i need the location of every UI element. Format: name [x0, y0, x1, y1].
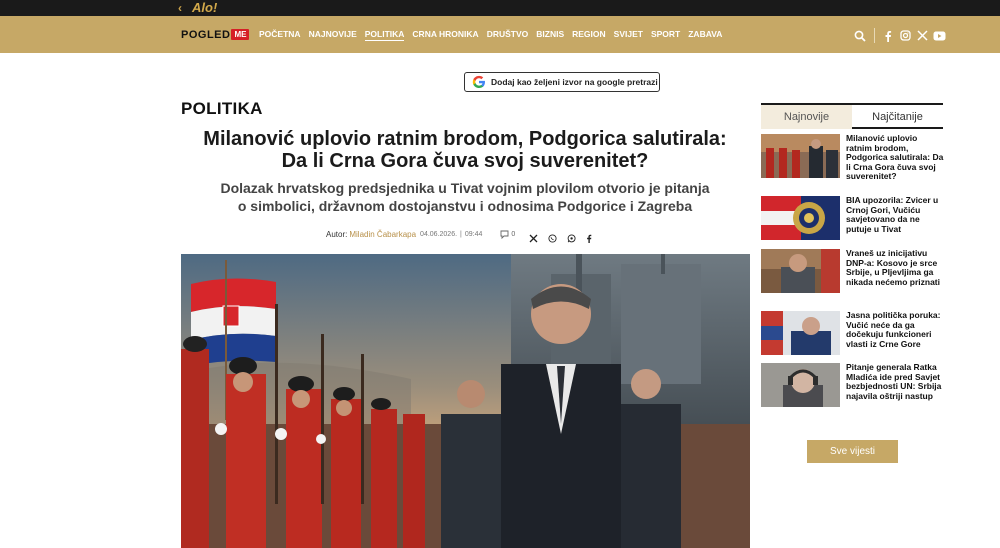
menu-item-pocetna[interactable]: POČETNA: [259, 29, 301, 41]
menu-item-zabava[interactable]: ZABAVA: [688, 29, 722, 41]
section-title: POLITIKA: [181, 99, 263, 118]
search-icon[interactable]: [853, 29, 867, 42]
news-title: Pitanje generala Ratka Mladića ide pred …: [846, 362, 942, 401]
article-hero-image: [181, 254, 750, 548]
sidebar-news-item[interactable]: Milanović uplovio ratnim brodom, Podgori…: [761, 133, 945, 182]
back-arrow-icon[interactable]: ‹: [178, 1, 182, 15]
comment-count: 0: [511, 230, 516, 238]
share-x-icon[interactable]: [529, 230, 538, 242]
news-thumbnail: [761, 134, 840, 178]
top-bar: ‹ Alo!: [0, 0, 1000, 16]
news-thumbnail: [761, 196, 840, 240]
youtube-icon[interactable]: [932, 29, 946, 42]
menu-item-najnovije[interactable]: NAJNOVIJE: [309, 29, 357, 41]
news-thumbnail: [761, 311, 840, 355]
menu-item-sport[interactable]: SPORT: [651, 29, 680, 41]
article-subheadline: Dolazak hrvatskog predsjednika u Tivat v…: [220, 180, 710, 214]
logo-badge: ME: [231, 29, 250, 40]
author-link[interactable]: Miladin Čabarkapa: [349, 230, 416, 239]
news-thumbnail: [761, 363, 840, 407]
facebook-icon[interactable]: [881, 29, 895, 42]
google-logo-icon: [472, 75, 485, 88]
news-title: Jasna politička poruka: Vučić neće da ga…: [846, 310, 941, 349]
viber-icon[interactable]: [548, 230, 557, 243]
news-title: Milanović uplovio ratnim brodom, Podgori…: [846, 133, 944, 181]
news-title: Vraneš uz inicijativu DNP-a: Kosovo je s…: [846, 248, 940, 287]
share-facebook-icon[interactable]: [586, 230, 595, 243]
menu-item-region[interactable]: REGION: [572, 29, 606, 41]
author-label: Autor:: [326, 229, 348, 239]
google-preferred-source-button[interactable]: Dodaj kao željeni izvor na google pretra…: [464, 72, 660, 92]
comments-link[interactable]: 0: [500, 230, 515, 239]
menu-item-politika[interactable]: POLITIKA: [364, 29, 405, 41]
nav-icons: [853, 28, 949, 43]
all-news-button[interactable]: Sve vijesti: [807, 440, 898, 463]
share-buttons: [529, 230, 595, 243]
main-menu: POČETNA NAJNOVIJE POLITIKA CRNA HRONIKA …: [259, 29, 730, 41]
sidebar-tabs: Najnovije Najčitanije: [761, 103, 943, 129]
alo-brand-link[interactable]: Alo!: [192, 0, 217, 16]
tab-najcitanije[interactable]: Najčitanije: [852, 105, 943, 129]
whatsapp-icon[interactable]: [567, 230, 576, 242]
site-logo[interactable]: POGLED ME: [181, 28, 250, 41]
main-navbar: POGLED ME POČETNA NAJNOVIJE POLITIKA CRN…: [0, 16, 1000, 53]
instagram-icon[interactable]: [898, 29, 912, 42]
tab-najnovije[interactable]: Najnovije: [761, 105, 852, 129]
menu-item-drustvo[interactable]: DRUŠTVO: [487, 29, 529, 41]
x-icon[interactable]: [915, 29, 929, 42]
date-separator: |: [460, 230, 462, 238]
article-time: 09:44: [464, 230, 483, 238]
news-thumbnail: [761, 249, 840, 293]
nav-divider: [874, 28, 875, 43]
news-title: BIA upozorila: Zvicer u Crnoj Gori, Vuči…: [846, 195, 939, 234]
sidebar-news-item[interactable]: Vraneš uz inicijativu DNP-a: Kosovo je s…: [761, 248, 945, 293]
comment-icon: [500, 230, 509, 239]
logo-text: POGLED: [181, 28, 231, 41]
sidebar-news-item[interactable]: BIA upozorila: Zvicer u Crnoj Gori, Vuči…: [761, 195, 945, 240]
article-meta: Autor: Miladin Čabarkapa 04.06.2026. | 0…: [326, 228, 595, 243]
sidebar-news-item[interactable]: Jasna politička poruka: Vučić neće da ga…: [761, 310, 945, 355]
menu-item-biznis[interactable]: BIZNIS: [536, 29, 564, 41]
sidebar-news-item[interactable]: Pitanje generala Ratka Mladića ide pred …: [761, 362, 945, 407]
menu-item-svijet[interactable]: SVIJET: [614, 29, 643, 41]
article-headline: Milanović uplovio ratnim brodom, Podgori…: [203, 128, 727, 172]
article-date: 04.06.2026.: [420, 230, 458, 238]
google-button-label: Dodaj kao željeni izvor na google pretra…: [491, 77, 658, 87]
menu-item-crna-hronika[interactable]: CRNA HRONIKA: [412, 29, 478, 41]
